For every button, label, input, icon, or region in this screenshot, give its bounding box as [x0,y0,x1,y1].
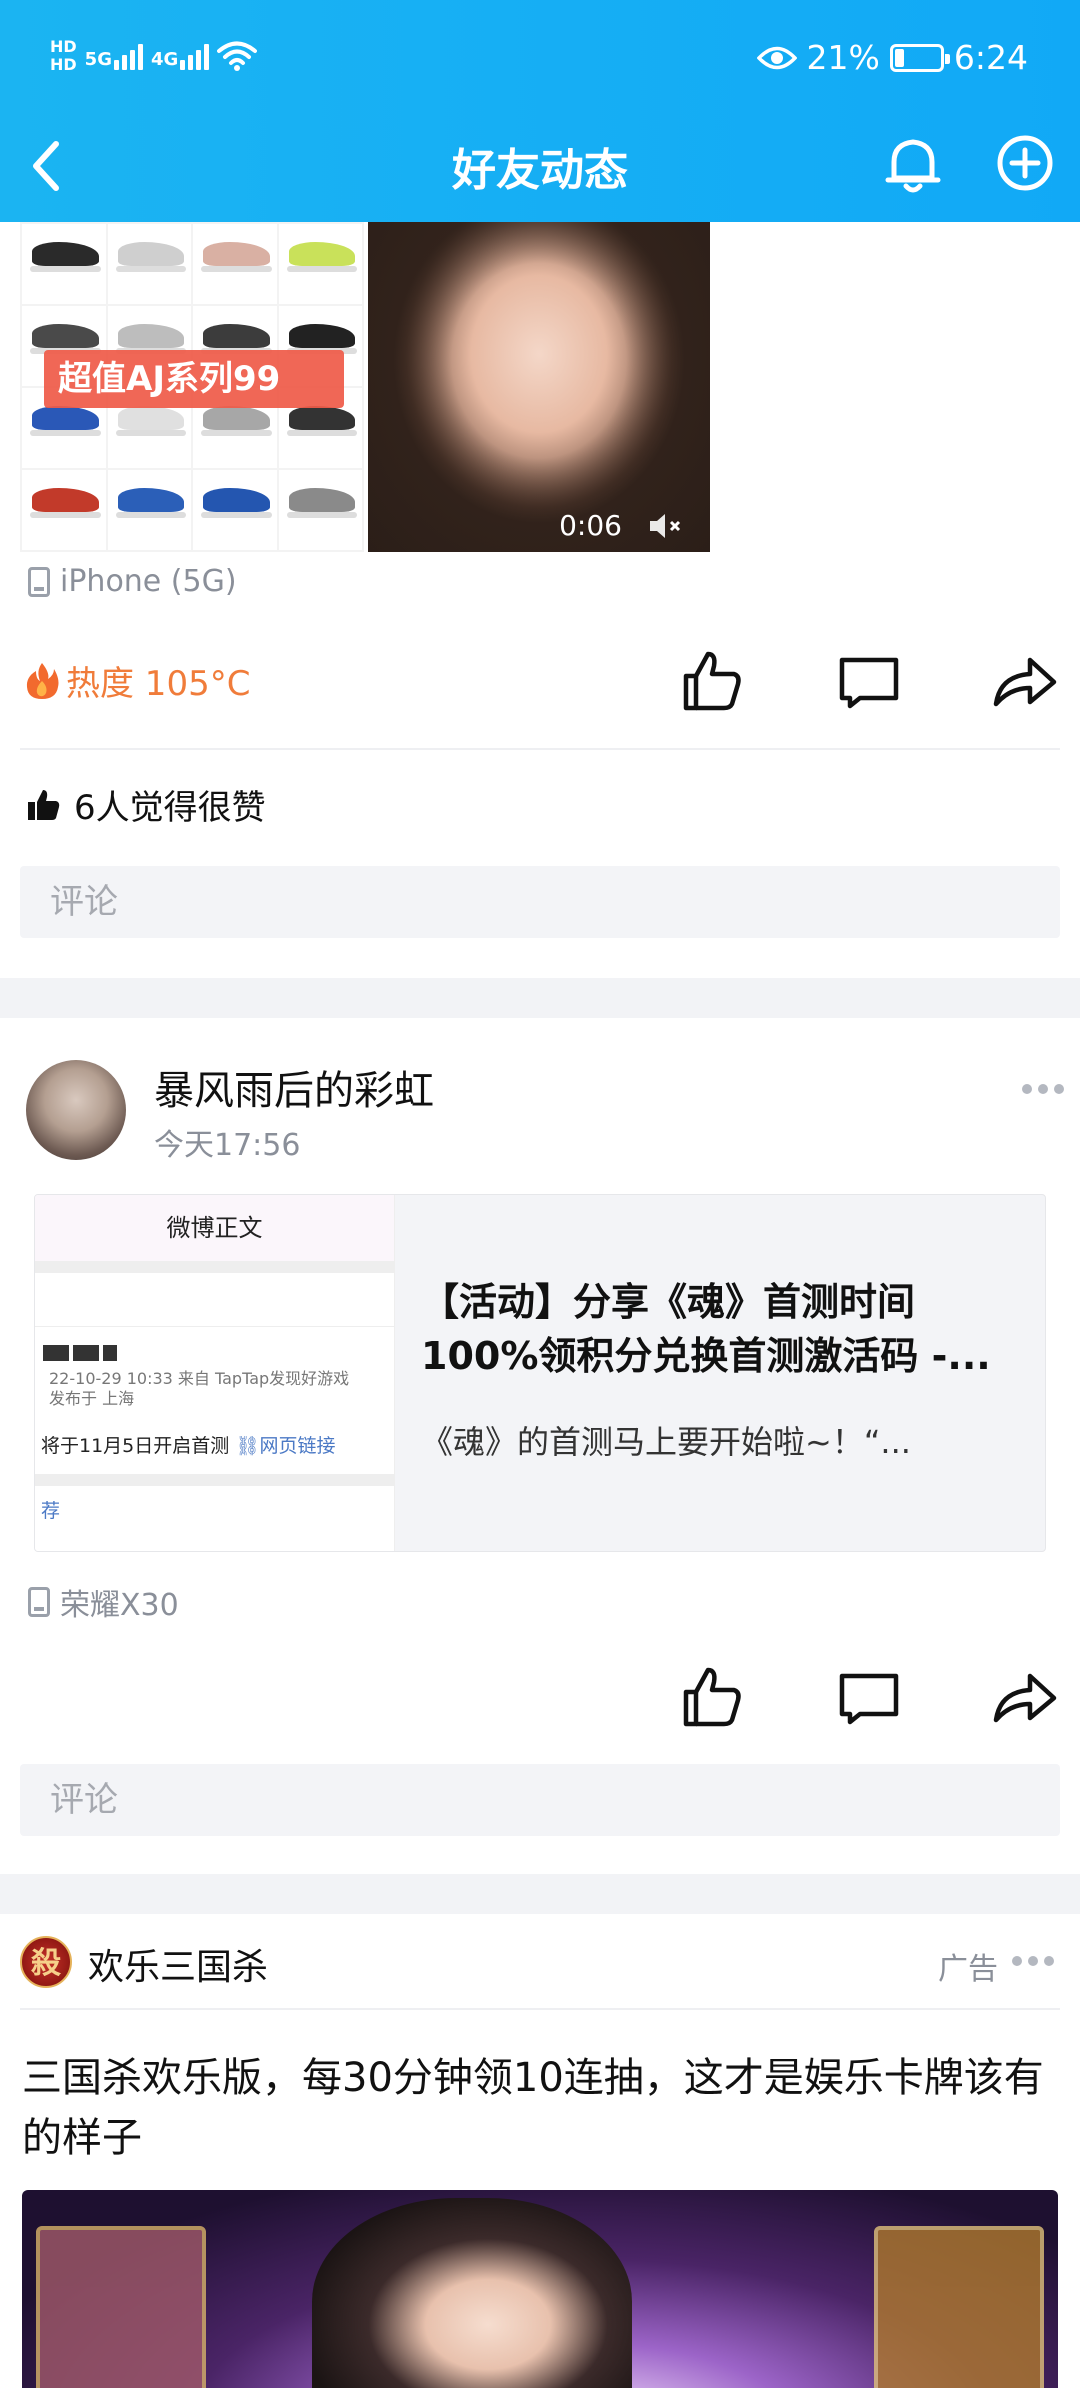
more-options-icon[interactable] [1012,1956,1056,1970]
post2-actions [0,1652,1080,1742]
shoe-promo-banner: 超值AJ系列99 [44,350,344,408]
signal-bars-icon [113,42,143,70]
post1-likes[interactable]: 6人觉得很赞 [26,780,266,829]
hd-badges: HD HD [50,38,77,74]
character-art [312,2198,632,2388]
device-label: 荣耀X30 [60,1588,179,1623]
phone-icon [28,566,50,597]
signal-2: 4G [150,42,210,70]
network-status: HD HD 5G 4G [50,38,258,74]
post2-link-card[interactable]: 微博正文 22-10-29 10:33 来自 TapTap发现好游戏 发布于 上… [34,1194,1046,1552]
status-bar: HD HD 5G 4G 21% 6:24 [0,0,1080,120]
heat-indicator: 热度 105°C [24,656,250,705]
device-status: 21% 6:24 [756,38,1028,77]
card-art-right [874,2226,1044,2388]
video-duration: 0:06 [559,509,622,542]
comment-icon[interactable] [834,646,904,716]
post2-time: 今天17:56 [154,1128,301,1163]
clock: 6:24 [953,38,1028,77]
link-card-thumbnail: 微博正文 22-10-29 10:33 来自 TapTap发现好游戏 发布于 上… [35,1195,395,1551]
hd-badge-2: HD [50,55,77,74]
divider [20,2008,1060,2010]
thumb-link: 网页链接 [259,1435,336,1457]
likes-count-text: 6人觉得很赞 [74,788,266,828]
device-label: iPhone (5G) [60,564,237,599]
thumb-meta-1: 22-10-29 10:33 来自 TapTap发现好游戏 [49,1369,350,1388]
flame-icon [26,662,59,699]
heat-label: 热度 105°C [66,664,251,704]
post2-username[interactable]: 暴风雨后的彩虹 [154,1058,434,1116]
post1-image-shoes[interactable]: 超值AJ系列99 [20,222,364,552]
thumbs-up-filled-icon [28,789,60,820]
link-card-title-1: 【活动】分享《魂》首测时间 [421,1280,916,1324]
post1-device: iPhone (5G) [28,564,237,599]
avatar[interactable] [26,1060,126,1160]
ad-name[interactable]: 欢乐三国杀 [88,1938,268,1990]
ad-logo[interactable]: 殺 [20,1936,72,1988]
battery-percent: 21% [806,38,880,77]
thumb-tag: 荐 [41,1500,61,1522]
network-type-1: 5G [84,49,112,70]
eye-icon [756,46,797,69]
link-card-desc: 《魂》的首测马上要开始啦~！“... [421,1423,911,1461]
thumb-header: 微博正文 [35,1195,394,1261]
post1-media: 超值AJ系列99 0:06 [20,222,710,552]
like-icon[interactable] [676,1662,746,1732]
ad-image[interactable] [22,2190,1058,2388]
share-icon[interactable] [990,1662,1060,1732]
card-art-left [36,2226,206,2388]
nav-bar: 好友动态 [0,120,1080,222]
ad-text[interactable]: 三国杀欢乐版，每30分钟领10连抽，这才是娱乐卡牌该有的样子 [22,2048,1062,2168]
post2-device: 荣耀X30 [28,1580,179,1624]
add-circle-icon[interactable] [992,128,1058,198]
phone-icon [28,1587,50,1617]
like-icon[interactable] [676,646,746,716]
comment-icon[interactable] [834,1662,904,1732]
network-type-2: 4G [150,49,179,70]
mute-icon [650,514,681,538]
post2-comment-input[interactable]: 评论 [20,1764,1060,1836]
battery-icon [889,43,950,72]
thumb-body: 将于11月5日开启首测 [41,1435,230,1457]
app-header: HD HD 5G 4G 21% 6:24 好友动态 [0,0,1080,222]
wifi-icon [217,41,258,71]
feed-separator [0,978,1080,1018]
post1-video[interactable]: 0:06 [368,222,710,552]
post1-comment-input[interactable]: 评论 [20,866,1060,938]
link-card-title-2: 100%领积分兑换首测激活码 -... [421,1334,991,1378]
hd-badge-1: HD [50,37,77,56]
post1-actions: 热度 105°C [0,636,1080,726]
signal-1: 5G [85,42,143,70]
feed-separator [0,1874,1080,1914]
share-icon[interactable] [990,646,1060,716]
divider [20,748,1060,750]
bell-icon[interactable] [880,128,946,198]
thumb-meta-2: 发布于 上海 [49,1389,135,1408]
battery-fill [894,48,904,67]
ad-tag: 广告 [938,1952,998,1987]
more-options-icon[interactable] [1022,1084,1066,1098]
signal-bars-icon [180,42,210,70]
